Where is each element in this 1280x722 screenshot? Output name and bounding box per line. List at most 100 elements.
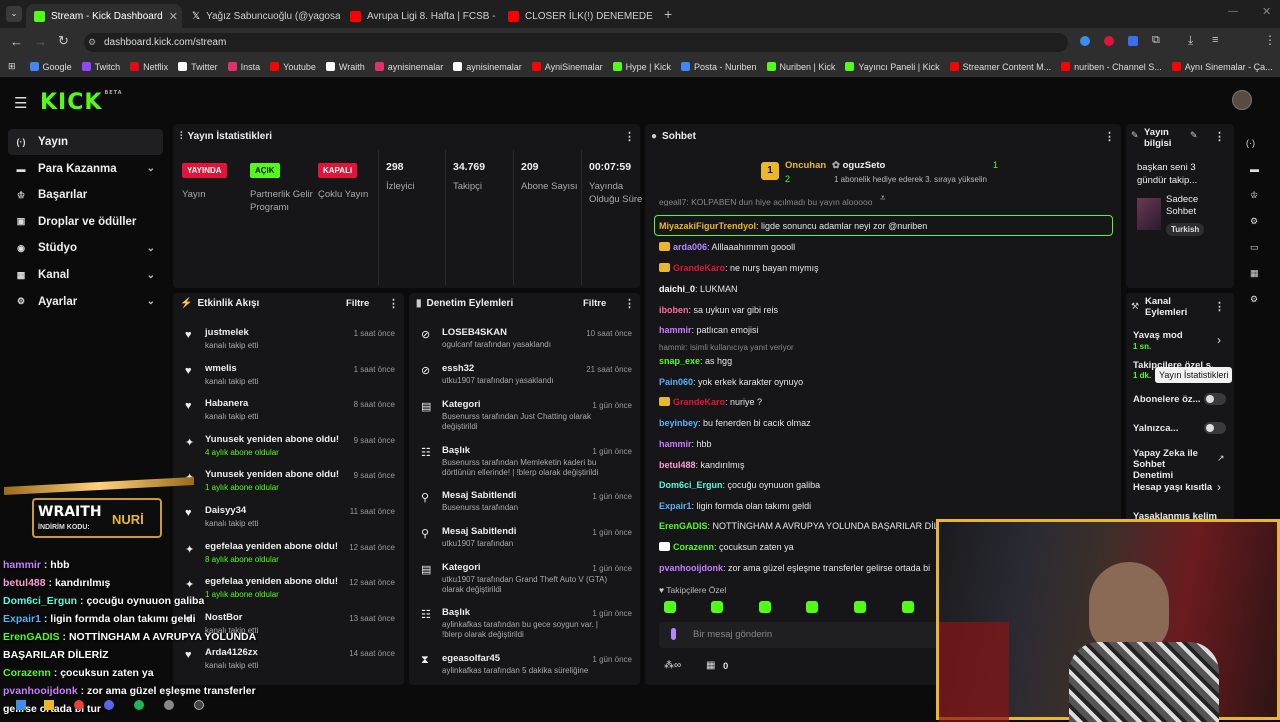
- chat-message[interactable]: daichi_0: LUKMAN: [659, 284, 738, 294]
- moderation-filter-button[interactable]: Filtre: [583, 298, 606, 309]
- user-avatar[interactable]: [1232, 90, 1252, 110]
- emote-icon[interactable]: [854, 601, 866, 613]
- slow-mode-chevron-icon[interactable]: ›: [1217, 333, 1221, 347]
- apps-grid-icon[interactable]: ⊞: [8, 61, 16, 72]
- channel-icon[interactable]: ▦: [1250, 268, 1259, 279]
- hamburger-menu-icon[interactable]: ☰: [14, 94, 27, 112]
- activity-item[interactable]: ♥ wmelis kanalı takip etti 1 saat önce: [180, 363, 405, 397]
- emote-icon[interactable]: [664, 601, 676, 613]
- media-icon[interactable]: ≡: [1212, 34, 1218, 46]
- activity-item[interactable]: ♥ Habanera kanalı takip etti 8 saat önce: [180, 398, 405, 432]
- folder-icon[interactable]: [44, 700, 54, 710]
- moderation-item[interactable]: ▤ Kategori Busenurss tarafından Just Chatt…: [415, 399, 640, 433]
- bookmark-item[interactable]: Posta - Nuriben: [681, 62, 757, 72]
- channel-actions-options-icon[interactable]: ⋮: [1214, 300, 1225, 313]
- points-icon[interactable]: ▦: [706, 660, 715, 671]
- gear-icon[interactable]: ⚙: [1250, 294, 1258, 305]
- chat-username[interactable]: Dom6ci_Ergun: [659, 480, 723, 490]
- edit-icon[interactable]: ✎: [1190, 130, 1198, 141]
- chat-message[interactable]: snap_exe: as hgg: [659, 356, 732, 366]
- bookmark-item[interactable]: Nuriben | Kick: [766, 62, 835, 72]
- activity-item[interactable]: ✦Yunusek yeniden abone oldu!1 aylık abon…: [180, 469, 405, 503]
- gifter-2[interactable]: ✿ oguzSeto: [832, 160, 885, 171]
- bookmark-item[interactable]: Netflix: [130, 62, 168, 72]
- activity-item[interactable]: ♥ Daisyy34 kanalı takip etti 11 saat önce: [180, 505, 405, 539]
- site-info-icon[interactable]: ⚙: [88, 33, 96, 52]
- chat-username[interactable]: Expair1: [659, 501, 692, 511]
- activity-filter-button[interactable]: Filtre: [346, 298, 369, 309]
- moderation-item[interactable]: ⊘ LOSEB4SKAN ogulcanf tarafından yasakland…: [415, 327, 640, 361]
- emote-icon[interactable]: [902, 601, 914, 613]
- app-icon[interactable]: [164, 700, 174, 710]
- chat-username[interactable]: GrandeKaro: [673, 263, 725, 273]
- emote-picker-icon[interactable]: ⁂∞: [664, 660, 681, 671]
- chat-message[interactable]: Pain060: yok erkek karakter oynuyo: [659, 377, 803, 387]
- obs-icon[interactable]: [194, 700, 204, 710]
- money-icon[interactable]: ▬: [1250, 164, 1259, 174]
- chevron-down-icon[interactable]: ⌄: [147, 163, 155, 174]
- emotes-only-toggle[interactable]: [1204, 422, 1226, 434]
- browser-menu-icon[interactable]: ⋮: [1264, 33, 1276, 47]
- tab-kick-dashboard[interactable]: Stream - Kick Dashboard ✕: [26, 4, 182, 28]
- chat-username[interactable]: iboben: [659, 305, 689, 315]
- close-tab-icon[interactable]: ✕: [169, 10, 178, 23]
- extension-icon[interactable]: [1080, 36, 1090, 46]
- chat-options-icon[interactable]: ⋮: [1104, 130, 1115, 143]
- emote-icon[interactable]: [806, 601, 818, 613]
- chat-username[interactable]: hammir: [659, 325, 692, 335]
- kick-logo[interactable]: KICK BETA: [40, 90, 123, 115]
- bookmark-item[interactable]: Streamer Content M...: [949, 62, 1051, 72]
- chat-message[interactable]: GrandeKaro: ne nurş bayan mıymış: [659, 263, 819, 273]
- spotify-icon[interactable]: [134, 700, 144, 710]
- studio-icon[interactable]: ▭: [1250, 242, 1259, 253]
- tab-twitter[interactable]: 𝕏Yağız Sabuncuoğlu (@yagosab✕: [184, 4, 340, 28]
- reload-icon[interactable]: ↻: [58, 33, 69, 49]
- bookmark-item[interactable]: Aynı Sinemalar - Ça...: [1171, 62, 1273, 72]
- moderation-item[interactable]: ⧗ egeasolfar45 aylinkafkas tarafından 5 da…: [415, 653, 640, 687]
- nav-item-trophy[interactable]: ♔ Başarılar: [8, 182, 163, 208]
- nav-item-channel[interactable]: ▦ Kanal ⌄: [8, 262, 163, 288]
- bookmark-item[interactable]: Google: [29, 62, 72, 72]
- emote-icon[interactable]: [759, 601, 771, 613]
- activity-item[interactable]: ✦ egefelaa yeniden abone oldu! 1 aylık abo…: [180, 576, 405, 610]
- external-link-icon[interactable]: ↗: [1217, 453, 1225, 464]
- microphone-icon[interactable]: [671, 628, 676, 640]
- chat-message[interactable]: arda006: Alllaaahımmm goooll: [659, 242, 795, 252]
- start-icon[interactable]: [16, 700, 26, 710]
- trophy-icon[interactable]: ♔: [1250, 190, 1258, 201]
- top-gifter-name[interactable]: Oncuhan: [785, 160, 826, 171]
- chat-message[interactable]: iboben: sa uykun var gibi reis: [659, 305, 778, 315]
- chat-message[interactable]: Corazenn: çocuksun zaten ya: [659, 542, 794, 552]
- bookmark-item[interactable]: Wraith: [325, 62, 365, 72]
- moderation-item[interactable]: ⚲ Mesaj Sabitlendi utku1907 tarafından 1 gü…: [415, 526, 640, 560]
- chat-message[interactable]: hammir: hbb: [659, 439, 712, 449]
- stats-options-icon[interactable]: ⋮: [624, 130, 635, 143]
- stream-info-options-icon[interactable]: ⋮: [1214, 130, 1225, 143]
- address-bar[interactable]: ⚙ dashboard.kick.com/stream: [84, 33, 1068, 52]
- chat-message[interactable]: GrandeKaro: nuriye ?: [659, 397, 762, 407]
- chat-message[interactable]: ErenGADIS: NOTTİNGHAM A AVRUPYA YOLUNDA …: [659, 521, 945, 531]
- back-icon[interactable]: ←: [10, 34, 23, 49]
- nav-item-broadcast[interactable]: (·) Yayın: [8, 129, 163, 155]
- chat-username[interactable]: Pain060: [659, 377, 693, 387]
- extension-icon[interactable]: [1128, 36, 1138, 46]
- tab-youtube-1[interactable]: Avrupa Ligi 8. Hafta | FCSB - Fe✕: [342, 4, 498, 28]
- moderation-item[interactable]: ⊘ essh32 utku1907 tarafından yasaklandı 21 …: [415, 363, 640, 397]
- minimize-icon[interactable]: —: [1228, 6, 1238, 17]
- chat-message[interactable]: MiyazakiFigurTrendyol: ligde sonuncu ada…: [659, 221, 927, 231]
- activity-item[interactable]: ✦ Yunusek yeniden abone oldu! 4 aylık abon…: [180, 434, 405, 468]
- activity-item[interactable]: ♥ justmelek kanalı takip etti 1 saat önce: [180, 327, 405, 361]
- chat-username[interactable]: beyinbey: [659, 418, 698, 428]
- gift-icon[interactable]: ⚙: [1250, 216, 1258, 227]
- chat-message[interactable]: hammir: patlıcan emojisi: [659, 325, 759, 335]
- chat-message[interactable]: Expair1: ligin formda olan takımı geldi: [659, 501, 811, 511]
- chat-username[interactable]: ErenGADIS: [659, 521, 708, 531]
- chevron-down-icon[interactable]: ⌄: [147, 243, 155, 254]
- bookmark-item[interactable]: Yayıncı Paneli | Kick: [845, 62, 940, 72]
- nav-item-studio[interactable]: ◉ Stüdyo ⌄: [8, 235, 163, 261]
- nav-item-gear[interactable]: ⚙ Ayarlar ⌄: [8, 289, 163, 315]
- chat-username[interactable]: GrandeKaro: [673, 397, 725, 407]
- download-icon[interactable]: ⤓: [1188, 33, 1193, 48]
- bookmark-item[interactable]: Hype | Kick: [612, 62, 671, 72]
- extension-icon[interactable]: [1104, 36, 1114, 46]
